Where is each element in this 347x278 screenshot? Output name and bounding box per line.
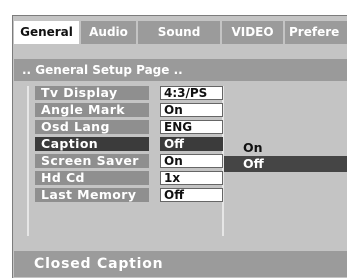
setting-label: Screen Saver [35,154,149,168]
setting-label: Last Memory [35,188,149,202]
tab-sound[interactable]: Sound [138,21,220,44]
tab-preference[interactable]: Prefere [285,21,347,44]
setting-label: Hd Cd [35,171,149,185]
setting-label: Tv Display [35,86,149,100]
setting-screen-saver[interactable]: Screen Saver On [35,154,223,168]
setting-label: Caption [35,137,149,151]
setting-label: Angle Mark [35,103,149,117]
setting-hd-cd[interactable]: Hd Cd 1x [35,171,223,185]
page-title: .. General Setup Page .. [14,59,347,81]
setting-angle-mark[interactable]: Angle Mark On [35,103,223,117]
setting-value: Off [160,188,223,202]
tab-general[interactable]: General [14,21,79,44]
tab-audio[interactable]: Audio [81,21,136,44]
setting-value: Off [160,137,223,151]
column-divider [27,86,29,236]
setting-value: 4:3/PS [160,86,223,100]
setting-caption[interactable]: Caption Off [35,137,223,151]
setting-osd-lang[interactable]: Osd Lang ENG [35,120,223,134]
help-text: Closed Caption [34,256,164,272]
setting-value: On [160,103,223,117]
tab-video[interactable]: VIDEO [222,21,283,44]
setting-label: Osd Lang [35,120,149,134]
option-off[interactable]: Off [224,156,347,172]
setting-last-memory[interactable]: Last Memory Off [35,188,223,202]
setting-value: 1x [160,171,223,185]
tab-bar: General Audio Sound VIDEO Prefere [14,21,347,44]
setting-value: On [160,154,223,168]
option-on[interactable]: On [224,140,347,156]
setting-tv-display[interactable]: Tv Display 4:3/PS [35,86,223,100]
setting-value: ENG [160,120,223,134]
